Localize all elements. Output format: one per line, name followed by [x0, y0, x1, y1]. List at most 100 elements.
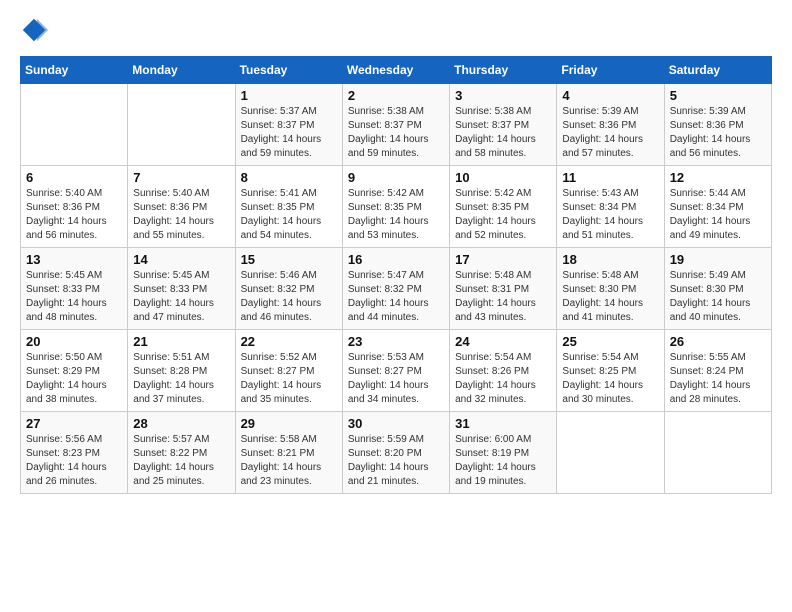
- calendar-cell: 20 Sunrise: 5:50 AM Sunset: 8:29 PM Dayli…: [21, 330, 128, 412]
- day-number: 27: [26, 416, 122, 431]
- day-content: Sunrise: 5:38 AM Sunset: 8:37 PM Dayligh…: [348, 105, 444, 161]
- day-number: 7: [133, 170, 229, 185]
- calendar-cell: 13 Sunrise: 5:45 AM Sunset: 8:33 PM Dayli…: [21, 248, 128, 330]
- day-content: Sunrise: 5:42 AM Sunset: 8:35 PM Dayligh…: [455, 187, 551, 243]
- calendar-cell: 24Sunrise: 5:54 AM Sunset: 8:26 PM Dayli…: [450, 330, 557, 412]
- day-number: 14: [133, 252, 229, 267]
- calendar-cell: 10 Sunrise: 5:42 AM Sunset: 8:35 PM Dayli…: [450, 166, 557, 248]
- calendar-cell: 4 Sunrise: 5:39 AM Sunset: 8:36 PM Daylig…: [557, 84, 664, 166]
- day-number: 5: [670, 88, 766, 103]
- day-number: 18: [562, 252, 658, 267]
- day-content: Sunrise: 5:55 AM Sunset: 8:24 PM Dayligh…: [670, 351, 766, 407]
- day-number: 1: [241, 88, 337, 103]
- calendar-cell: 26Sunrise: 5:55 AM Sunset: 8:24 PM Dayli…: [664, 330, 771, 412]
- day-content: Sunrise: 5:59 AM Sunset: 8:20 PM Dayligh…: [348, 433, 444, 489]
- calendar-cell: 27 Sunrise: 5:56 AM Sunset: 8:23 PM Dayli…: [21, 412, 128, 494]
- calendar-cell: 3 Sunrise: 5:38 AM Sunset: 8:37 PM Daylig…: [450, 84, 557, 166]
- day-content: Sunrise: 5:48 AM Sunset: 8:31 PM Dayligh…: [455, 269, 551, 325]
- day-number: 2: [348, 88, 444, 103]
- weekday-header: Saturday: [664, 57, 771, 84]
- calendar-cell: [664, 412, 771, 494]
- calendar-cell: 19 Sunrise: 5:49 AM Sunset: 8:30 PM Dayli…: [664, 248, 771, 330]
- day-number: 23: [348, 334, 444, 349]
- day-content: Sunrise: 5:37 AM Sunset: 8:37 PM Dayligh…: [241, 105, 337, 161]
- day-number: 28: [133, 416, 229, 431]
- calendar-cell: 12Sunrise: 5:44 AM Sunset: 8:34 PM Dayli…: [664, 166, 771, 248]
- calendar-cell: [557, 412, 664, 494]
- day-number: 4: [562, 88, 658, 103]
- calendar-cell: 28 Sunrise: 5:57 AM Sunset: 8:22 PM Dayli…: [128, 412, 235, 494]
- calendar-cell: [21, 84, 128, 166]
- weekday-header: Friday: [557, 57, 664, 84]
- calendar-cell: 22 Sunrise: 5:52 AM Sunset: 8:27 PM Dayli…: [235, 330, 342, 412]
- day-number: 30: [348, 416, 444, 431]
- day-content: Sunrise: 5:52 AM Sunset: 8:27 PM Dayligh…: [241, 351, 337, 407]
- weekday-header: Tuesday: [235, 57, 342, 84]
- day-content: Sunrise: 5:51 AM Sunset: 8:28 PM Dayligh…: [133, 351, 229, 407]
- day-content: Sunrise: 5:46 AM Sunset: 8:32 PM Dayligh…: [241, 269, 337, 325]
- day-number: 8: [241, 170, 337, 185]
- day-content: Sunrise: 5:58 AM Sunset: 8:21 PM Dayligh…: [241, 433, 337, 489]
- calendar-cell: 14 Sunrise: 5:45 AM Sunset: 8:33 PM Dayli…: [128, 248, 235, 330]
- day-number: 20: [26, 334, 122, 349]
- day-content: Sunrise: 5:45 AM Sunset: 8:33 PM Dayligh…: [26, 269, 122, 325]
- day-number: 19: [670, 252, 766, 267]
- day-number: 15: [241, 252, 337, 267]
- weekday-header: Thursday: [450, 57, 557, 84]
- weekday-header: Monday: [128, 57, 235, 84]
- day-content: Sunrise: 5:47 AM Sunset: 8:32 PM Dayligh…: [348, 269, 444, 325]
- calendar-cell: 18 Sunrise: 5:48 AM Sunset: 8:30 PM Dayli…: [557, 248, 664, 330]
- day-content: Sunrise: 5:38 AM Sunset: 8:37 PM Dayligh…: [455, 105, 551, 161]
- calendar-cell: 11Sunrise: 5:43 AM Sunset: 8:34 PM Dayli…: [557, 166, 664, 248]
- day-number: 13: [26, 252, 122, 267]
- day-number: 6: [26, 170, 122, 185]
- day-number: 25: [562, 334, 658, 349]
- day-content: Sunrise: 5:45 AM Sunset: 8:33 PM Dayligh…: [133, 269, 229, 325]
- calendar-cell: 9 Sunrise: 5:42 AM Sunset: 8:35 PM Daylig…: [342, 166, 449, 248]
- calendar-cell: 23 Sunrise: 5:53 AM Sunset: 8:27 PM Dayli…: [342, 330, 449, 412]
- day-number: 31: [455, 416, 551, 431]
- day-number: 22: [241, 334, 337, 349]
- logo-icon: [20, 16, 48, 44]
- day-content: Sunrise: 5:48 AM Sunset: 8:30 PM Dayligh…: [562, 269, 658, 325]
- day-number: 11: [562, 170, 658, 185]
- calendar-cell: 25 Sunrise: 5:54 AM Sunset: 8:25 PM Dayli…: [557, 330, 664, 412]
- day-content: Sunrise: 5:56 AM Sunset: 8:23 PM Dayligh…: [26, 433, 122, 489]
- logo: [20, 16, 52, 44]
- weekday-header: Sunday: [21, 57, 128, 84]
- calendar-cell: 5Sunrise: 5:39 AM Sunset: 8:36 PM Daylig…: [664, 84, 771, 166]
- calendar-cell: 7Sunrise: 5:40 AM Sunset: 8:36 PM Daylig…: [128, 166, 235, 248]
- calendar-cell: 2 Sunrise: 5:38 AM Sunset: 8:37 PM Daylig…: [342, 84, 449, 166]
- day-content: Sunrise: 5:49 AM Sunset: 8:30 PM Dayligh…: [670, 269, 766, 325]
- day-number: 10: [455, 170, 551, 185]
- calendar-cell: 15 Sunrise: 5:46 AM Sunset: 8:32 PM Dayli…: [235, 248, 342, 330]
- day-content: Sunrise: 5:40 AM Sunset: 8:36 PM Dayligh…: [26, 187, 122, 243]
- day-number: 9: [348, 170, 444, 185]
- weekday-header: Wednesday: [342, 57, 449, 84]
- day-number: 16: [348, 252, 444, 267]
- calendar-cell: 6 Sunrise: 5:40 AM Sunset: 8:36 PM Daylig…: [21, 166, 128, 248]
- day-content: Sunrise: 5:41 AM Sunset: 8:35 PM Dayligh…: [241, 187, 337, 243]
- calendar-cell: 16 Sunrise: 5:47 AM Sunset: 8:32 PM Dayli…: [342, 248, 449, 330]
- calendar-body: 1 Sunrise: 5:37 AM Sunset: 8:37 PM Daylig…: [21, 84, 772, 494]
- day-content: Sunrise: 5:39 AM Sunset: 8:36 PM Dayligh…: [562, 105, 658, 161]
- day-number: 3: [455, 88, 551, 103]
- day-number: 21: [133, 334, 229, 349]
- day-number: 17: [455, 252, 551, 267]
- calendar-header: SundayMondayTuesdayWednesdayThursdayFrid…: [21, 57, 772, 84]
- calendar-cell: 30 Sunrise: 5:59 AM Sunset: 8:20 PM Dayli…: [342, 412, 449, 494]
- day-content: Sunrise: 5:54 AM Sunset: 8:25 PM Dayligh…: [562, 351, 658, 407]
- calendar-cell: 29 Sunrise: 5:58 AM Sunset: 8:21 PM Dayli…: [235, 412, 342, 494]
- page-header: [20, 16, 772, 44]
- calendar-cell: [128, 84, 235, 166]
- day-content: Sunrise: 5:50 AM Sunset: 8:29 PM Dayligh…: [26, 351, 122, 407]
- calendar-table: SundayMondayTuesdayWednesdayThursdayFrid…: [20, 56, 772, 494]
- day-number: 29: [241, 416, 337, 431]
- day-content: Sunrise: 5:42 AM Sunset: 8:35 PM Dayligh…: [348, 187, 444, 243]
- day-content: Sunrise: 5:53 AM Sunset: 8:27 PM Dayligh…: [348, 351, 444, 407]
- day-content: Sunrise: 5:44 AM Sunset: 8:34 PM Dayligh…: [670, 187, 766, 243]
- day-content: Sunrise: 5:57 AM Sunset: 8:22 PM Dayligh…: [133, 433, 229, 489]
- calendar-cell: 17 Sunrise: 5:48 AM Sunset: 8:31 PM Dayli…: [450, 248, 557, 330]
- day-number: 24: [455, 334, 551, 349]
- calendar-cell: 8 Sunrise: 5:41 AM Sunset: 8:35 PM Daylig…: [235, 166, 342, 248]
